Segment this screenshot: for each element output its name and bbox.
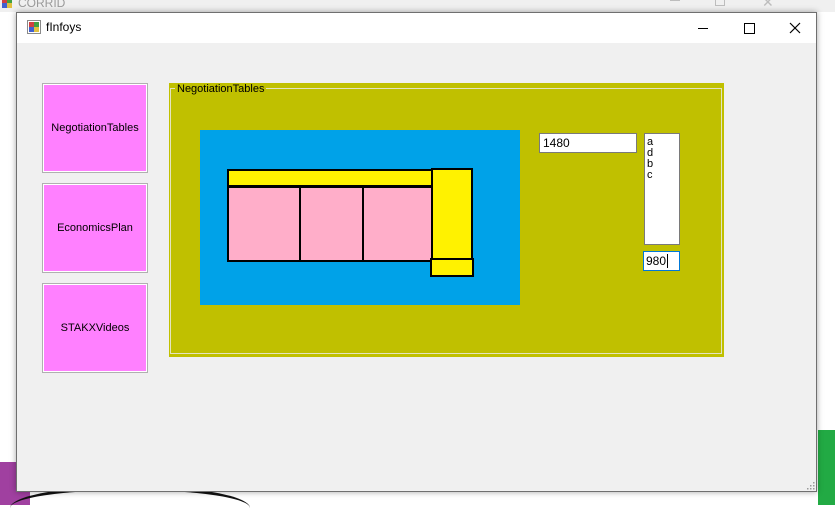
app-icon <box>2 0 12 8</box>
minimize-icon <box>698 27 708 29</box>
close-icon[interactable]: ✕ <box>762 0 774 11</box>
table-drawing <box>227 168 474 277</box>
close-icon <box>789 22 801 34</box>
sofa-seat-middle <box>299 186 364 262</box>
close-button[interactable] <box>772 13 818 43</box>
background-window-title: CORRID <box>18 0 66 10</box>
maximize-button[interactable] <box>726 13 772 43</box>
list-item[interactable]: c <box>647 170 677 181</box>
minimize-button[interactable] <box>680 13 726 43</box>
window-title: fInfoys <box>46 20 82 34</box>
text-cursor <box>667 254 669 268</box>
negotiation-tables-panel: NegotiationTables 1480 a d b c 980 <box>169 83 724 357</box>
height-input-value: 980 <box>646 254 667 268</box>
economics-plan-button[interactable]: EconomicsPlan <box>42 183 148 273</box>
resize-grip-icon[interactable] <box>805 480 815 490</box>
desktop-decoration <box>10 486 250 530</box>
height-input[interactable]: 980 <box>643 251 680 271</box>
sofa-backrest <box>227 169 435 187</box>
sofa-armrest-base <box>430 258 474 277</box>
background-window-titlebar: CORRID ✕ <box>0 0 835 12</box>
sofa-seat-left <box>227 186 301 262</box>
group-box-title: NegotiationTables <box>175 83 267 95</box>
drawing-canvas[interactable] <box>200 130 520 305</box>
window-titlebar[interactable]: fInfoys <box>17 13 816 43</box>
maximize-icon[interactable] <box>715 0 725 6</box>
item-listbox[interactable]: a d b c <box>644 133 680 245</box>
sofa-armrest <box>431 168 473 260</box>
negotiation-tables-button[interactable]: NegotiationTables <box>42 83 148 173</box>
minimize-icon[interactable] <box>670 0 680 1</box>
app-icon <box>27 20 41 34</box>
stakx-videos-button[interactable]: STAKXVideos <box>42 283 148 373</box>
desktop-decoration <box>818 430 835 505</box>
maximize-icon <box>743 22 755 34</box>
main-window: fInfoys NegotiationTables EconomicsPlan … <box>16 12 817 492</box>
sofa-seat-right <box>362 186 433 262</box>
width-input[interactable]: 1480 <box>539 133 637 153</box>
